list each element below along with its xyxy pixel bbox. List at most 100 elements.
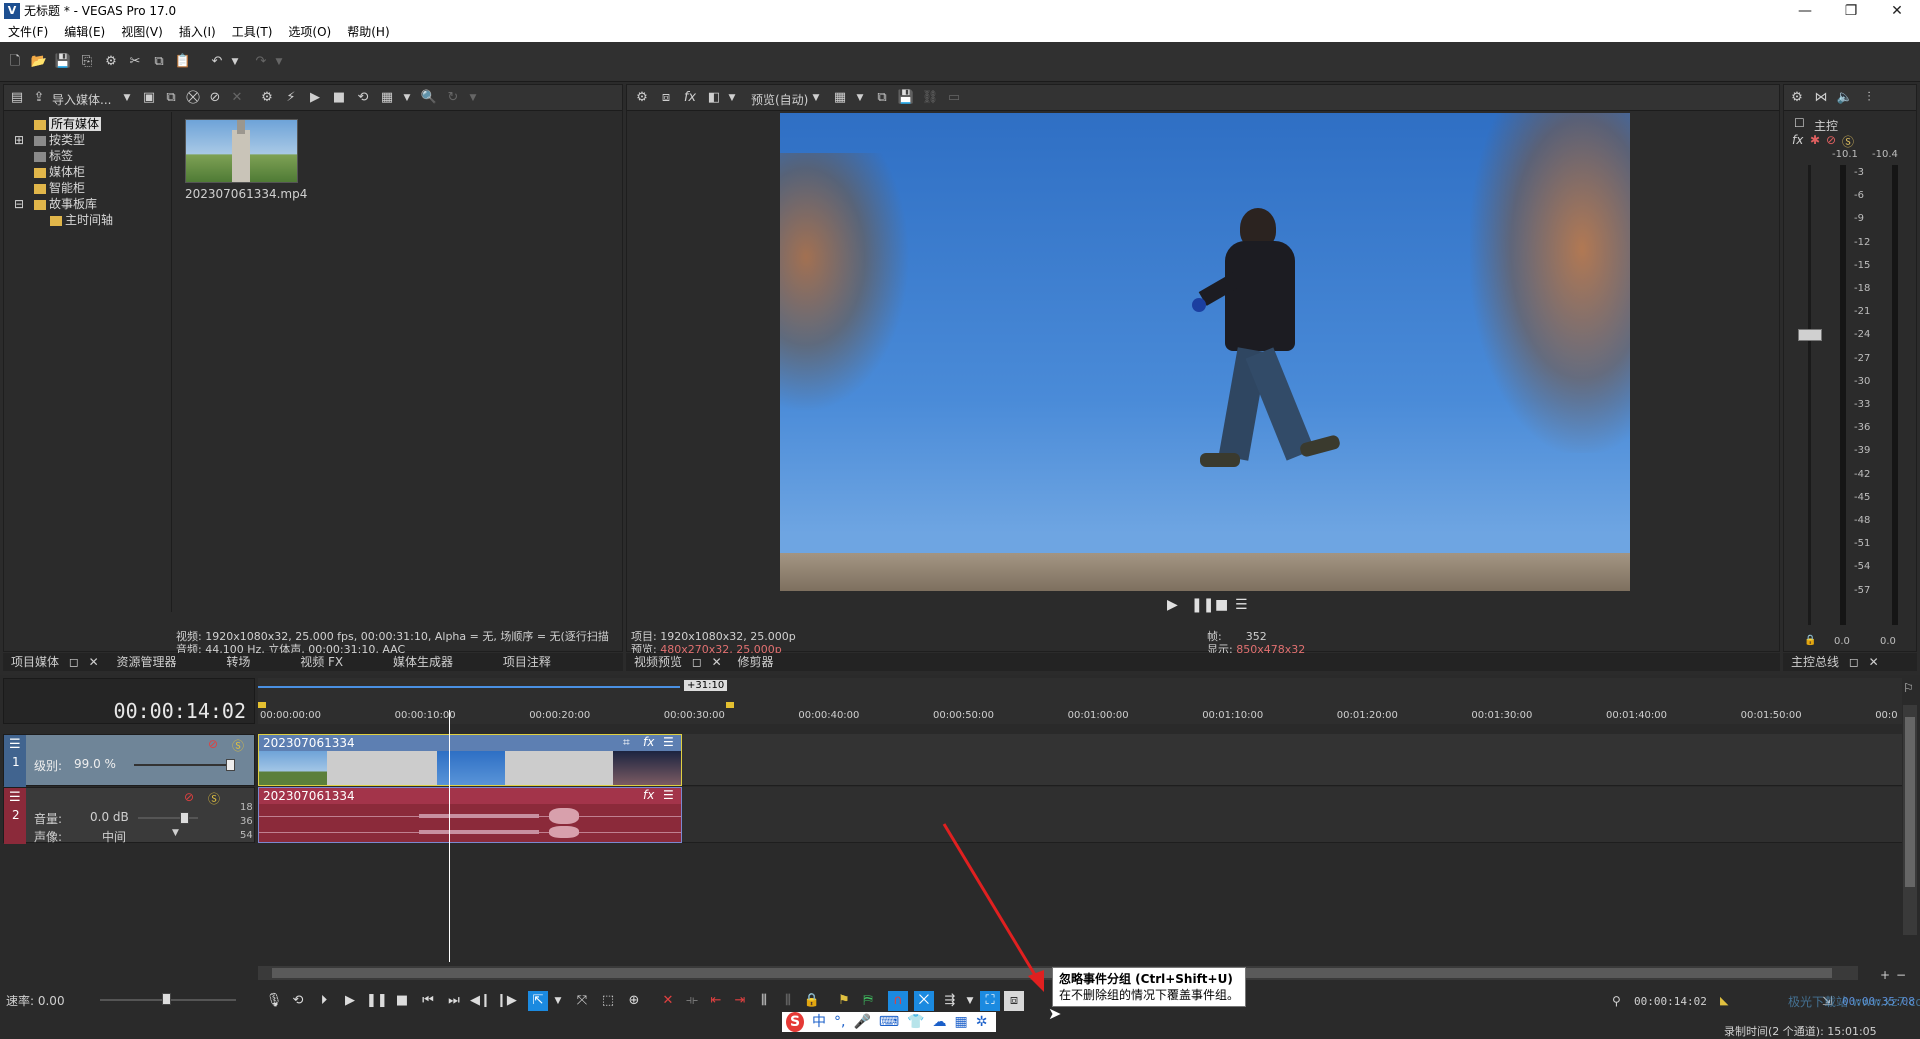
import-media-button[interactable]: 导入媒体...: [52, 91, 111, 108]
external-monitor-icon[interactable]: ▭: [945, 89, 963, 107]
tab-undock-icon[interactable]: ◻: [1849, 653, 1859, 671]
video-solo-icon[interactable]: Ⓢ: [232, 737, 244, 754]
insert-marker-icon[interactable]: ⚑: [834, 991, 854, 1011]
vertical-scrollbar-thumb[interactable]: [1905, 717, 1915, 887]
menu-options[interactable]: 选项(O): [280, 22, 339, 42]
tab-project-media[interactable]: 项目媒体: [11, 653, 59, 671]
audio-mute-icon[interactable]: ⊘: [184, 790, 194, 804]
tab-explorer[interactable]: 资源管理器: [117, 653, 177, 671]
master-fader-handle[interactable]: [1798, 329, 1822, 341]
tree-expander-storyboard[interactable]: ⊟: [14, 196, 24, 212]
tree-item-media-bins[interactable]: 媒体柜: [34, 164, 85, 180]
properties-icon[interactable]: ⚙: [102, 53, 120, 71]
link-icon[interactable]: ⛓: [921, 89, 939, 107]
trim-end-icon[interactable]: ⇥: [730, 991, 750, 1011]
tab-trimmer[interactable]: 修剪器: [738, 653, 774, 671]
preview-menu-icon[interactable]: ☰: [1235, 597, 1248, 613]
play-from-start-icon[interactable]: ⏵: [314, 991, 334, 1011]
master-lock-icon[interactable]: 🔒: [1804, 635, 1816, 646]
overlays-icon[interactable]: ▦: [831, 89, 849, 107]
play-icon[interactable]: ▶: [306, 89, 324, 107]
menu-help[interactable]: 帮助(H): [339, 22, 397, 42]
zoom-out-icon[interactable]: −: [1896, 968, 1906, 982]
mixer-icon[interactable]: ⫶: [1860, 89, 1878, 107]
preview-play-icon[interactable]: ▶: [1167, 597, 1178, 613]
redo-dropdown-icon[interactable]: ▼: [270, 53, 288, 71]
clean-media-icon[interactable]: ⊘: [206, 89, 224, 107]
ime-settings-icon[interactable]: ✲: [976, 1012, 988, 1032]
minimize-button[interactable]: —: [1782, 0, 1828, 22]
tab-close-icon[interactable]: ✕: [1869, 653, 1879, 671]
tab-project-notes[interactable]: 项目注释: [503, 653, 551, 671]
volume-slider-handle[interactable]: [180, 812, 189, 824]
track-menu-icon[interactable]: ☰: [9, 737, 21, 752]
maximize-button[interactable]: ❐: [1828, 0, 1874, 22]
loop-start-marker[interactable]: [258, 702, 266, 708]
envelope-tool-icon[interactable]: ⤧: [572, 991, 592, 1011]
rate-slider-handle[interactable]: [162, 993, 171, 1005]
search-icon[interactable]: 🔍: [420, 89, 438, 107]
audio-event-menu-icon[interactable]: ☰: [663, 788, 674, 802]
quality-dropdown-icon[interactable]: ▼: [807, 89, 825, 107]
ime-toolbox-icon[interactable]: ▦: [955, 1012, 968, 1032]
media-thumbnail[interactable]: [185, 119, 298, 183]
device-icon[interactable]: ⧈: [657, 89, 675, 107]
undo-icon[interactable]: ↶: [208, 53, 226, 71]
views-icon[interactable]: ▦: [378, 89, 396, 107]
tab-close-icon[interactable]: ✕: [712, 653, 722, 671]
preview-stop-icon[interactable]: ■: [1215, 597, 1228, 613]
menu-edit[interactable]: 编辑(E): [56, 22, 113, 42]
copy-icon[interactable]: ⧉: [150, 53, 168, 71]
downmix-icon[interactable]: ⋈: [1812, 89, 1830, 107]
loop-region-bar[interactable]: [258, 686, 680, 688]
master-solo-icon[interactable]: Ⓢ: [1842, 133, 1854, 150]
pause-icon[interactable]: ❚❚: [366, 991, 388, 1011]
media-fx-icon[interactable]: ⚡: [282, 89, 300, 107]
playhead[interactable]: [449, 710, 450, 962]
lock-icon[interactable]: 🔒: [802, 991, 822, 1011]
audio-event[interactable]: 202307061334 fx ☰: [258, 787, 682, 843]
video-mute-icon[interactable]: ⊘: [208, 737, 218, 751]
record-icon[interactable]: 🎙: [264, 991, 284, 1011]
tree-item-smart-bins[interactable]: 智能柜: [34, 180, 85, 196]
selection-tool-icon[interactable]: ⬚: [598, 991, 618, 1011]
audio-solo-icon[interactable]: Ⓢ: [208, 790, 220, 807]
level-slider-handle[interactable]: [226, 759, 235, 771]
video-frame[interactable]: [780, 113, 1630, 591]
tab-undock-icon[interactable]: ◻: [69, 653, 79, 671]
loop-end-marker[interactable]: [726, 702, 734, 708]
redo-icon[interactable]: ↷: [252, 53, 270, 71]
menu-tools[interactable]: 工具(T): [224, 22, 281, 42]
preview-properties-icon[interactable]: ⚙: [633, 89, 651, 107]
save-icon[interactable]: 💾: [54, 53, 72, 71]
sogou-icon[interactable]: S: [786, 1012, 804, 1032]
stop-icon[interactable]: ■: [330, 89, 348, 107]
tab-close-icon[interactable]: ✕: [89, 653, 99, 671]
track-menu-icon[interactable]: ☰: [9, 790, 21, 805]
speaker-icon[interactable]: 🔈: [1836, 89, 1854, 107]
import-dropdown-icon[interactable]: ▼: [118, 89, 136, 107]
master-properties-icon[interactable]: ⚙: [1788, 89, 1806, 107]
preview-quality-select[interactable]: 预览(自动): [751, 91, 808, 108]
tree-item-main-timeline[interactable]: 主时间轴: [50, 212, 113, 228]
edit-tool-dropdown-icon[interactable]: ▼: [548, 991, 568, 1011]
split-icon[interactable]: ⫼: [754, 991, 774, 1011]
snapping-icon[interactable]: ∩: [888, 991, 908, 1011]
tree-item-tags[interactable]: 标签: [34, 148, 73, 164]
vertical-scrollbar[interactable]: [1903, 705, 1917, 935]
event-fx-icon[interactable]: fx: [643, 735, 654, 749]
ime-chinese-icon[interactable]: 中: [812, 1012, 826, 1032]
play-icon[interactable]: ▶: [340, 991, 360, 1011]
menu-file[interactable]: 文件(F): [0, 22, 56, 42]
split-screen-icon[interactable]: ◧: [705, 89, 723, 107]
insert-region-icon[interactable]: ⛿: [858, 991, 878, 1011]
overlays-dropdown-icon[interactable]: ▼: [851, 89, 869, 107]
cut-icon[interactable]: ✂: [126, 53, 144, 71]
trim-start-icon[interactable]: ⇤: [706, 991, 726, 1011]
preview-pause-icon[interactable]: ❚❚: [1191, 597, 1214, 613]
auto-preview-icon[interactable]: ⟲: [354, 89, 372, 107]
copy-snapshot-icon[interactable]: ⧉: [873, 89, 891, 107]
previous-frame-icon[interactable]: ◀❙: [470, 991, 491, 1011]
stop-icon[interactable]: ■: [392, 991, 412, 1011]
tab-undock-icon[interactable]: ◻: [692, 653, 702, 671]
